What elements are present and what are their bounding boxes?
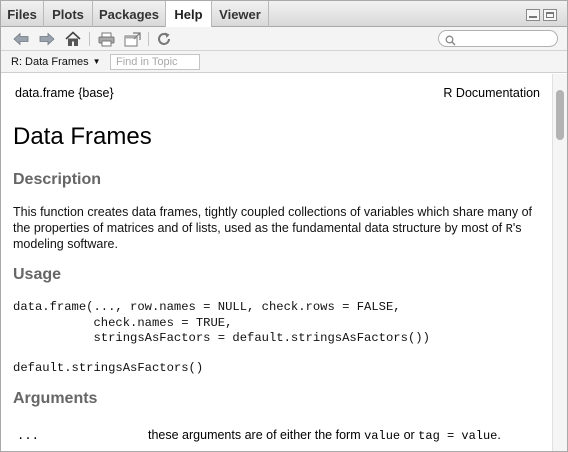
argument-name: ... (17, 429, 39, 443)
find-in-topic-input[interactable] (110, 54, 200, 70)
maximize-pane-button[interactable] (543, 9, 557, 21)
usage-code-block: data.frame(..., row.names = NULL, check.… (13, 300, 430, 345)
print-icon[interactable] (96, 29, 116, 49)
topic-dropdown[interactable]: R: Data Frames ▼ (11, 54, 101, 70)
description-heading: Description (13, 171, 102, 188)
package-reference: data.frame {base} (15, 86, 114, 100)
tab-packages[interactable]: Packages (93, 1, 166, 27)
topic-bar: R: Data Frames ▼ (1, 51, 567, 73)
help-search-input[interactable] (438, 30, 558, 47)
tab-help[interactable]: Help (165, 1, 212, 28)
search-icon (445, 33, 456, 51)
pane-tab-bar: Files Plots Packages Help Viewer (1, 1, 567, 28)
tab-plots[interactable]: Plots (44, 1, 93, 27)
toolbar-separator (89, 32, 90, 46)
tab-viewer[interactable]: Viewer (212, 1, 269, 27)
page-title: Data Frames (13, 123, 152, 150)
usage-heading: Usage (13, 266, 62, 283)
argument-description: these arguments are of either the form v… (148, 428, 501, 443)
minimize-pane-button[interactable] (526, 9, 540, 21)
description-text: This function creates data frames, tight… (13, 205, 533, 251)
open-in-window-icon[interactable] (122, 29, 142, 49)
arguments-heading: Arguments (13, 390, 98, 407)
help-pane: Files Plots Packages Help Viewer R: Data… (0, 0, 568, 452)
r-code-inline: R (505, 221, 513, 236)
forward-arrow-icon[interactable] (37, 29, 57, 49)
vertical-scrollbar[interactable] (552, 74, 567, 451)
chevron-down-icon: ▼ (92, 57, 101, 66)
scrollbar-thumb[interactable] (556, 90, 564, 140)
home-icon[interactable] (63, 29, 83, 49)
back-arrow-icon[interactable] (11, 29, 31, 49)
help-document: data.frame {base} R Documentation Data F… (1, 74, 552, 451)
refresh-icon[interactable] (154, 29, 174, 49)
r-documentation-label: R Documentation (443, 86, 540, 100)
toolbar-separator (148, 32, 149, 46)
usage-code-block: default.stringsAsFactors() (13, 361, 204, 375)
help-toolbar (1, 27, 567, 51)
tab-files[interactable]: Files (1, 1, 44, 27)
topic-dropdown-label: R: Data Frames (11, 56, 89, 68)
